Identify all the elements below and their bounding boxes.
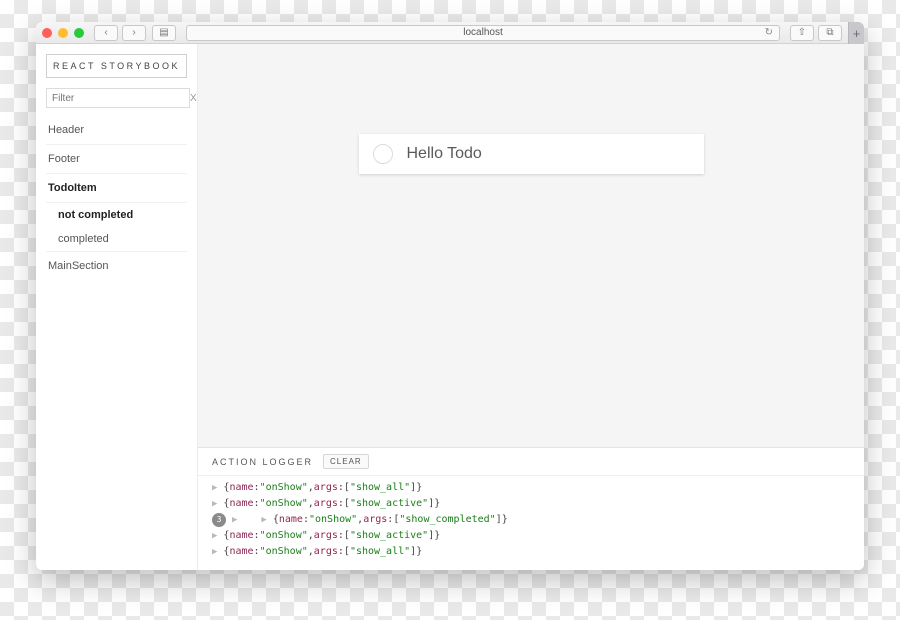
tabs-button[interactable]: ⧉ bbox=[818, 25, 842, 41]
disclosure-triangle-icon[interactable]: ▶ bbox=[232, 512, 237, 528]
disclosure-triangle-icon[interactable]: ▶ bbox=[212, 528, 217, 544]
zoom-window-icon[interactable] bbox=[74, 28, 84, 38]
clear-button[interactable]: CLEAR bbox=[323, 454, 369, 469]
todo-checkbox[interactable] bbox=[373, 144, 393, 164]
titlebar: ‹ › ▤ localhost ↻ ⇧ ⧉ bbox=[36, 22, 848, 44]
log-entry-code: {name:"onShow",args:["show_active"]} bbox=[223, 528, 440, 544]
log-entry-code: {name:"onShow",args:["show_completed"]} bbox=[273, 512, 508, 528]
filter-input[interactable] bbox=[46, 88, 190, 108]
new-tab-button[interactable]: + bbox=[848, 22, 864, 44]
sidebar-sub-not-completed[interactable]: not completed bbox=[46, 203, 187, 227]
address-bar[interactable]: localhost ↻ bbox=[186, 25, 780, 41]
titlebar-row: ‹ › ▤ localhost ↻ ⇧ ⧉ + bbox=[36, 22, 864, 44]
log-row[interactable]: ▶ {name:"onShow",args:["show_active"]} bbox=[212, 496, 850, 512]
back-button[interactable]: ‹ bbox=[94, 25, 118, 41]
sidebar-sub-completed[interactable]: completed bbox=[46, 227, 187, 251]
filter-clear-button[interactable]: X bbox=[190, 93, 197, 104]
disclosure-triangle-icon[interactable]: ▶ bbox=[212, 544, 217, 560]
action-logger-body: ▶{name:"onShow",args:["show_all"]}▶{name… bbox=[198, 476, 864, 570]
count-badge: 3 bbox=[212, 513, 226, 527]
reload-icon[interactable]: ↻ bbox=[765, 27, 773, 38]
sidebar-item-header[interactable]: Header bbox=[46, 116, 187, 145]
minimize-window-icon[interactable] bbox=[58, 28, 68, 38]
preview-canvas: Hello Todo bbox=[198, 44, 864, 447]
nav-buttons: ‹ › bbox=[94, 25, 146, 41]
log-entry-code: {name:"onShow",args:["show_all"]} bbox=[223, 544, 422, 560]
forward-button[interactable]: › bbox=[122, 25, 146, 41]
action-logger-title: ACTION LOGGER bbox=[212, 457, 313, 467]
log-entry-code: {name:"onShow",args:["show_active"]} bbox=[223, 496, 440, 512]
sidebar-item-footer[interactable]: Footer bbox=[46, 145, 187, 174]
sidebar-item-todoitem[interactable]: TodoItem bbox=[46, 174, 187, 203]
plus-icon: + bbox=[853, 26, 861, 41]
filter-row: X bbox=[46, 88, 187, 108]
log-row[interactable]: 3 ▶ ▶ {name:"onShow",args:["show_completed"… bbox=[212, 512, 850, 528]
action-logger-panel: ACTION LOGGER CLEAR ▶{name:"onShow",args… bbox=[198, 447, 864, 570]
share-button[interactable]: ⇧ bbox=[790, 25, 814, 41]
log-row[interactable]: ▶ {name:"onShow",args:["show_all"]} bbox=[212, 480, 850, 496]
todo-text: Hello Todo bbox=[407, 145, 482, 163]
address-text: localhost bbox=[463, 27, 502, 38]
disclosure-triangle-icon[interactable]: ▶ bbox=[212, 496, 217, 512]
disclosure-triangle-icon[interactable]: ▶ bbox=[261, 512, 266, 528]
sidebar-toggle-button[interactable]: ▤ bbox=[152, 25, 176, 41]
disclosure-triangle-icon[interactable]: ▶ bbox=[212, 480, 217, 496]
window-controls bbox=[42, 28, 84, 38]
storybook-sidebar: REACT STORYBOOK X Header Footer TodoItem… bbox=[36, 44, 198, 570]
sidebar-item-mainsection[interactable]: MainSection bbox=[46, 251, 187, 280]
log-row[interactable]: ▶ {name:"onShow",args:["show_active"]} bbox=[212, 528, 850, 544]
app-content: REACT STORYBOOK X Header Footer TodoItem… bbox=[36, 44, 864, 570]
log-row[interactable]: ▶ {name:"onShow",args:["show_all"]} bbox=[212, 544, 850, 560]
main-panel: Hello Todo ACTION LOGGER CLEAR ▶{name:"o… bbox=[198, 44, 864, 570]
close-window-icon[interactable] bbox=[42, 28, 52, 38]
browser-window: ‹ › ▤ localhost ↻ ⇧ ⧉ + REACT STORYBOOK bbox=[36, 22, 864, 570]
log-entry-code: {name:"onShow",args:["show_all"]} bbox=[223, 480, 422, 496]
todo-item-card: Hello Todo bbox=[359, 134, 704, 174]
brand-button[interactable]: REACT STORYBOOK bbox=[46, 54, 187, 78]
action-logger-header: ACTION LOGGER CLEAR bbox=[198, 448, 864, 476]
